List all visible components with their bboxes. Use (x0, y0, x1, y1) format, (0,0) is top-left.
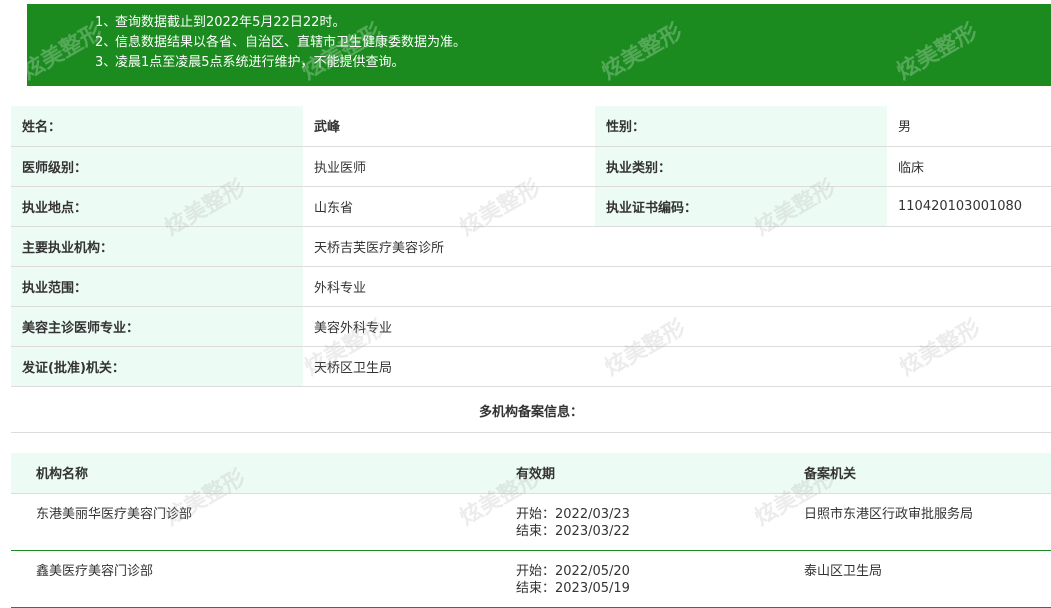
scope-label: 执业范围： (11, 266, 303, 307)
category-value: 临床 (887, 146, 1051, 187)
notice-item: 1、查询数据截止到2022年5月22日22时。 (95, 13, 1051, 33)
location-value: 山东省 (303, 186, 595, 227)
notice-list: 1、查询数据截止到2022年5月22日22时。 2、信息数据结果以各省、自治区、… (27, 4, 1051, 73)
scope-value: 外科专业 (303, 266, 1051, 307)
specialty-value: 美容外科专业 (303, 306, 1051, 347)
table-row: 鑫美医疗美容门诊部 开始：2022/05/20 结束：2023/05/19 泰山… (11, 550, 1051, 608)
column-header-validity: 有效期 (491, 453, 779, 494)
multi-org-title: 多机构备案信息： (11, 393, 1051, 433)
cert-label: 执业证书编码： (595, 186, 887, 227)
notice-item-number: 2、 (95, 35, 117, 50)
notice-item-number: 3、 (95, 55, 117, 70)
validity-cell: 开始：2022/05/20 结束：2023/05/19 (491, 550, 779, 608)
institution-label: 主要执业机构： (11, 226, 303, 267)
table-row: 美容主诊医师专业： 美容外科专业 (11, 306, 1051, 347)
level-value: 执业医师 (303, 146, 595, 187)
cert-value: 110420103001080 (887, 186, 1051, 227)
authority-cell: 日照市东港区行政审批服务局 (779, 493, 1051, 551)
notice-item-number: 1、 (95, 15, 117, 30)
column-header-name: 机构名称 (11, 453, 491, 494)
notice-item-text: 查询数据截止到2022年5月22日22时。 (115, 15, 346, 30)
level-label: 医师级别： (11, 146, 303, 187)
specialty-label: 美容主诊医师专业： (11, 306, 303, 347)
validity-start: 开始：2022/05/20 (516, 563, 630, 579)
notice-item: 3、凌晨1点至凌晨5点系统进行维护，不能提供查询。 (95, 53, 1051, 73)
doctor-info-table: 姓名： 武峰 性别： 男 医师级别： 执业医师 执业类别： 临床 执业地点： 山… (11, 106, 1051, 387)
notice-item: 2、信息数据结果以各省、自治区、直辖市卫生健康委数据为准。 (95, 33, 1051, 53)
notice-item-text: 凌晨1点至凌晨5点系统进行维护，不能提供查询。 (115, 55, 405, 70)
validity-end: 结束：2023/05/19 (516, 580, 630, 596)
location-label: 执业地点： (11, 186, 303, 227)
validity-start: 开始：2022/03/23 (516, 506, 630, 522)
org-name-cell: 鑫美医疗美容门诊部 (11, 550, 491, 608)
table-row: 东港美丽华医疗美容门诊部 开始：2022/03/23 结束：2023/03/22… (11, 493, 1051, 551)
table-row: 医师级别： 执业医师 执业类别： 临床 (11, 146, 1051, 187)
authority-cell: 泰山区卫生局 (779, 550, 1051, 608)
notice-banner: 1、查询数据截止到2022年5月22日22时。 2、信息数据结果以各省、自治区、… (18, 4, 1051, 86)
issuer-label: 发证(批准)机关： (11, 346, 303, 387)
table-row: 发证(批准)机关： 天桥区卫生局 (11, 346, 1051, 387)
table-row: 执业地点： 山东省 执业证书编码： 110420103001080 (11, 186, 1051, 227)
name-value: 武峰 (303, 106, 595, 147)
institution-value: 天桥吉芙医疗美容诊所 (303, 226, 1051, 267)
table-row: 主要执业机构： 天桥吉芙医疗美容诊所 (11, 226, 1051, 267)
validity-cell: 开始：2022/03/23 结束：2023/03/22 (491, 493, 779, 551)
gender-value: 男 (887, 106, 1051, 147)
gender-label: 性别： (595, 106, 887, 147)
table-header-row: 机构名称 有效期 备案机关 (11, 453, 1051, 494)
multi-org-table: 机构名称 有效期 备案机关 东港美丽华医疗美容门诊部 开始：2022/03/23… (11, 453, 1051, 608)
table-row: 姓名： 武峰 性别： 男 (11, 106, 1051, 147)
category-label: 执业类别： (595, 146, 887, 187)
notice-item-text: 信息数据结果以各省、自治区、直辖市卫生健康委数据为准。 (115, 35, 467, 50)
org-name-cell: 东港美丽华医疗美容门诊部 (11, 493, 491, 551)
column-header-authority: 备案机关 (779, 453, 1051, 494)
name-label: 姓名： (11, 106, 303, 147)
issuer-value: 天桥区卫生局 (303, 346, 1051, 387)
validity-end: 结束：2023/03/22 (516, 523, 630, 539)
table-row: 执业范围： 外科专业 (11, 266, 1051, 307)
